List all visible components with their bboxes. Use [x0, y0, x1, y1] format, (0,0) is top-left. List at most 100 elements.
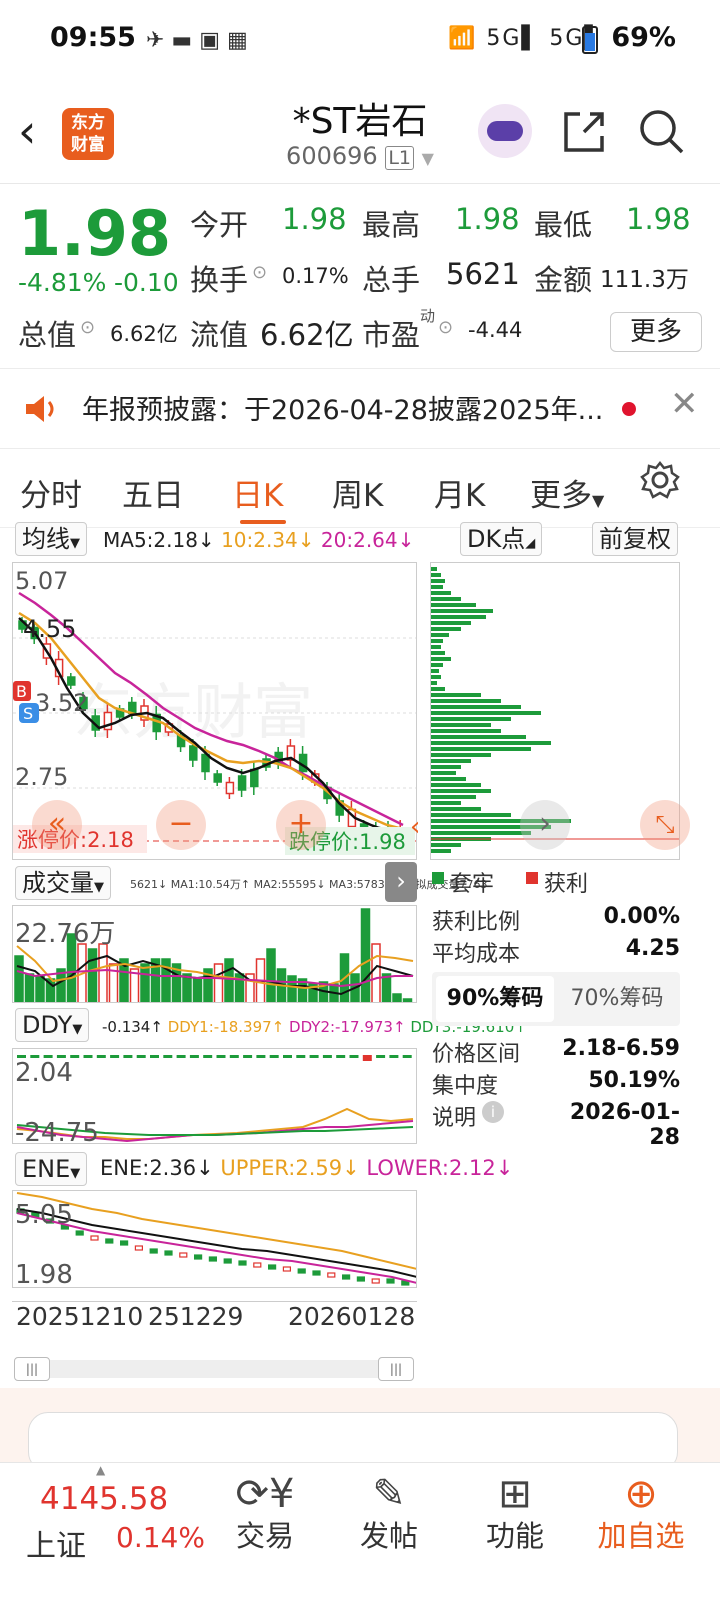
index-value[interactable]: 4145.58 [40, 1481, 168, 1517]
chip-bar [431, 657, 451, 661]
unread-dot [622, 402, 636, 416]
ddy-selector[interactable]: DDY▼ [15, 1008, 90, 1042]
nav-functions[interactable]: 功能 [460, 1513, 570, 1555]
chip-bar [431, 789, 491, 793]
scroll-left-button[interactable]: « [32, 800, 82, 850]
chevron-down-icon: ▼ [421, 149, 434, 168]
range-slider-left-handle[interactable]: ||| [14, 1357, 50, 1381]
chip-bar [431, 741, 551, 745]
ddy-bar [256, 1055, 266, 1058]
open-label: 今开 [190, 208, 249, 242]
pe-label: 市盈 [362, 318, 421, 352]
ma-selector[interactable]: 均线▼ [15, 522, 87, 556]
ma20-value: 20:2.64↓ [320, 528, 415, 552]
assistant-avatar-icon[interactable] [478, 104, 532, 158]
range-slider-right-handle[interactable]: ||| [378, 1357, 414, 1381]
date-label-start: 20251210 [16, 1302, 144, 1331]
expand-icon[interactable]: ⤡ [640, 800, 690, 850]
tab-weekly-k[interactable]: 周K [332, 470, 383, 515]
expand-indicators-button[interactable]: › [385, 862, 417, 902]
chip-bar [431, 663, 443, 667]
trade-icon[interactable]: ⟳¥ [210, 1471, 320, 1517]
profit-ratio-label: 获利比例 [432, 910, 521, 935]
range-slider-track[interactable] [14, 1360, 414, 1378]
volume-selector[interactable]: 成交量▼ [15, 866, 111, 900]
info-icon[interactable]: i [482, 1101, 504, 1123]
chip-bar [431, 585, 443, 589]
notice-text: 年报预披露：于2026-04-28披露2025年... [82, 395, 604, 426]
ddy-bar [376, 1055, 386, 1058]
dk-selector[interactable]: DK点◢ [460, 522, 543, 556]
status-bar: 09:55 ✈ ▬ ▣ ▦ 📶 5G▌ 5G▌ 69% [0, 0, 720, 80]
index-name[interactable]: 上证 [26, 1521, 86, 1565]
chip-next-button[interactable]: › [520, 800, 570, 850]
tab-daily-k[interactable]: 日K [232, 470, 283, 515]
volume-bar [140, 963, 150, 1002]
nav-post[interactable]: 发帖 [334, 1513, 444, 1555]
ene-candle [297, 1268, 306, 1274]
tab-chip-70[interactable]: 70%筹码 [558, 976, 676, 1022]
ene-selector[interactable]: ENE▼ [15, 1152, 88, 1186]
period-tabs: 分时 五日 日K 周K 月K 更多▼ [0, 452, 720, 528]
collapse-left-icon[interactable]: ‹ [410, 812, 420, 842]
info-dots-icon[interactable]: ⊙ [438, 317, 453, 338]
zoom-out-button[interactable]: − [156, 800, 206, 850]
tab-monthly-k[interactable]: 月K [434, 470, 485, 515]
chip-bar [431, 681, 437, 685]
ene-mid-line [16, 1208, 416, 1278]
ddy-bar [216, 1055, 226, 1058]
volume-bar [35, 975, 45, 1002]
stock-code-line[interactable]: 600696 L1 ▼ [0, 142, 720, 170]
add-watchlist-icon[interactable]: ⊕ [586, 1471, 696, 1517]
battery-icon [582, 26, 598, 54]
chip-bar [431, 807, 481, 811]
ddy-bar [322, 1055, 332, 1058]
adjust-selector[interactable]: 前复权 [592, 522, 678, 556]
chip-bar [431, 699, 501, 703]
chip-bar [431, 783, 481, 787]
tab-more[interactable]: 更多▼ [530, 470, 604, 515]
functions-icon[interactable]: ⊞ [460, 1471, 570, 1517]
chip-bar [431, 849, 451, 853]
nav-add-watchlist[interactable]: 加自选 [586, 1513, 696, 1555]
float-value: 6.62亿 [260, 318, 354, 352]
ddy-bar [83, 1055, 93, 1058]
chip-bar [431, 693, 481, 697]
volume-bar [98, 943, 108, 1002]
chip-bar [431, 639, 443, 643]
post-icon[interactable]: ✎ [334, 1471, 444, 1517]
speaker-icon [26, 396, 54, 422]
chip-bar [431, 795, 476, 799]
index-change[interactable]: 0.14% [116, 1521, 205, 1554]
tab-intraday[interactable]: 分时 [20, 470, 82, 515]
search-icon[interactable] [636, 106, 686, 156]
share-icon[interactable] [560, 108, 608, 156]
ddy-bar [269, 1055, 279, 1058]
volume-top-label: 22.76万 [15, 919, 115, 949]
gear-icon[interactable] [640, 460, 680, 500]
ddy-bar [176, 1055, 186, 1058]
volume-bar [24, 973, 35, 1002]
last-price: 1.98 [18, 197, 171, 270]
amount-value: 111.3万 [600, 267, 689, 293]
tab-chip-90[interactable]: 90%筹码 [436, 976, 554, 1022]
close-icon[interactable]: ✕ [670, 384, 699, 424]
ene-candle [119, 1240, 129, 1246]
ddy-bar [110, 1055, 120, 1058]
ene-candle [327, 1272, 336, 1278]
zoom-in-button[interactable]: + [276, 800, 326, 850]
nav-trade[interactable]: 交易 [210, 1513, 320, 1555]
notice-bar[interactable]: 年报预披露：于2026-04-28披露2025年... ✕ [0, 372, 720, 448]
info-dots-icon[interactable]: ⊙ [252, 262, 267, 283]
ddy-value: -0.134↑ [102, 1018, 163, 1036]
ddy-bars [17, 1055, 412, 1061]
ene-value: ENE:2.36↓ [100, 1156, 214, 1180]
info-dots-icon[interactable]: ⊙ [80, 317, 95, 338]
ma-legend: MA5:2.18↓ 10:2.34↓ 20:2.64↓ [103, 528, 414, 552]
ddy-bottom-label: -24.75 [15, 1118, 99, 1144]
volume-bar [14, 955, 24, 1002]
collapse-up-icon[interactable]: ▲ [96, 1463, 105, 1477]
more-button[interactable]: 更多 [610, 312, 702, 352]
candle-body [225, 781, 235, 795]
tab-five-day[interactable]: 五日 [122, 470, 184, 515]
